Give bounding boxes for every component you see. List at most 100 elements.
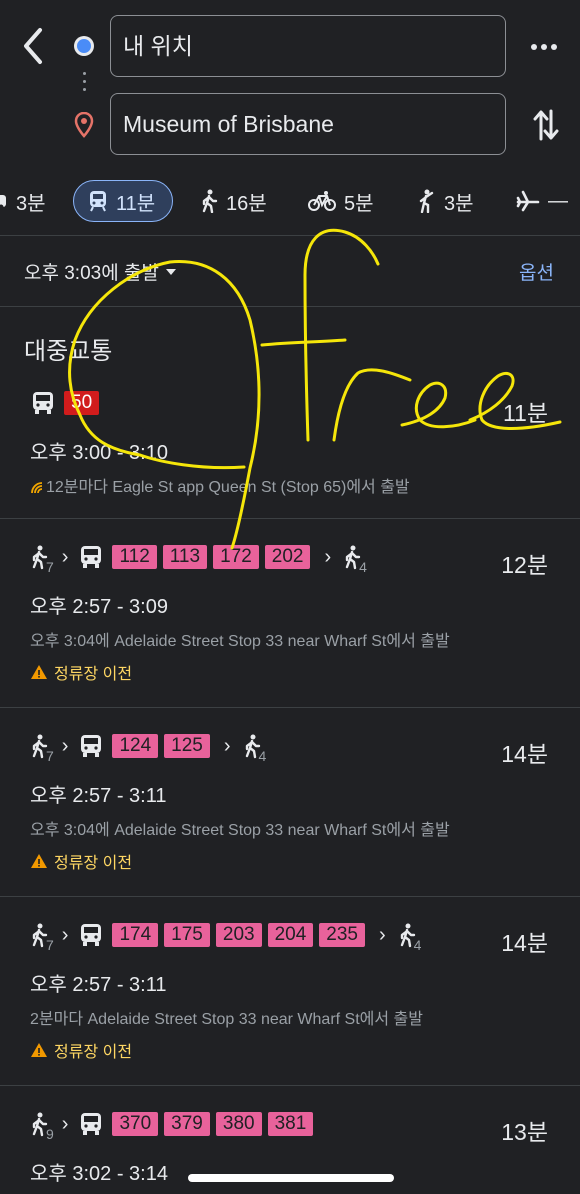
route-detail: 오후 3:04에 Adelaide Street Stop 33 near Wh… [30, 822, 450, 839]
chevron-right-icon: › [378, 923, 386, 946]
route-chip: 370 [112, 1112, 159, 1136]
bike-icon [308, 190, 336, 212]
dropdown-arrow-icon [165, 268, 177, 276]
route-duration: 11분 [502, 400, 548, 426]
walk-minutes: 7 [46, 559, 54, 575]
ride-hail-icon [414, 189, 436, 213]
route-legs: 7 › 112 113 172 202 › 4 [30, 544, 367, 575]
mode-cycling-label: 5분 [344, 192, 374, 215]
mode-cycling[interactable]: 5분 [308, 180, 374, 222]
mode-ride-hail[interactable]: 3분 [414, 180, 474, 222]
bus-icon [80, 545, 102, 569]
route-warning-text: 정류장 이전 [54, 666, 133, 683]
divider [0, 1085, 580, 1086]
car-icon [0, 190, 8, 212]
route-detail-text: 12분마다 Eagle St app Queen St (Stop 65)에서 … [46, 479, 410, 496]
walk-minutes: 7 [46, 748, 54, 764]
walk-minutes: 4 [413, 937, 422, 953]
mode-driving[interactable]: 3분 [0, 180, 46, 222]
mode-flight-label: — [548, 189, 568, 212]
route-warning-text: 정류장 이전 [54, 855, 133, 872]
route-warning-text: 정류장 이전 [54, 1044, 133, 1061]
warning-icon [30, 1042, 48, 1058]
route-duration: 14분 [501, 930, 548, 956]
route-chip: 204 [267, 923, 314, 947]
back-arrow-icon[interactable] [18, 26, 50, 66]
divider [0, 707, 580, 708]
route-times: 오후 2:57 - 3:11 [30, 974, 167, 996]
chevron-right-icon: › [223, 734, 231, 757]
swap-directions-icon[interactable] [532, 107, 560, 143]
route-legs: 50 [32, 391, 105, 415]
route-option[interactable]: 50 11분 오후 3:00 - 3:10 12분마다 Eagle St app… [0, 388, 580, 518]
mode-flight[interactable]: — [516, 180, 568, 222]
depart-time-label: 오후 3:03에 출발 [24, 263, 159, 284]
route-detail: 2분마다 Adelaide Street Stop 33 near Wharf … [30, 1011, 423, 1028]
route-duration: 14분 [501, 741, 548, 767]
realtime-icon [30, 481, 44, 495]
route-warning: 정류장 이전 [30, 1038, 132, 1062]
origin-dot-icon [77, 39, 91, 53]
route-option[interactable]: 7 › 174 175 203 204 235 › 4 14분 오후 2:57 … [0, 918, 580, 1084]
route-chip: 113 [162, 545, 208, 569]
section-title: 대중교통 [24, 338, 113, 365]
bus-icon [80, 1112, 102, 1136]
route-option[interactable]: 7 › 112 113 172 202 › 4 12분 오후 2:57 - 3:… [0, 540, 580, 706]
walk-minutes: 7 [46, 937, 54, 953]
options-link[interactable]: 옵션 [519, 258, 554, 285]
walk-minutes: 4 [258, 748, 267, 764]
route-warning: 정류장 이전 [30, 849, 132, 873]
route-chip: 174 [112, 923, 159, 947]
flight-icon [516, 190, 540, 212]
chevron-right-icon: › [61, 734, 69, 757]
origin-input[interactable]: 내 위치 [110, 15, 506, 77]
route-chip: 50 [64, 391, 100, 415]
chevron-right-icon: › [61, 923, 69, 946]
route-times: 오후 3:02 - 3:14 [30, 1163, 168, 1185]
travel-mode-bar: 3분 11분 16분 5분 3분 — [0, 180, 580, 226]
route-chip: 172 [213, 545, 259, 569]
route-times: 오후 2:57 - 3:11 [30, 785, 167, 807]
route-times: 오후 3:00 - 3:10 [30, 442, 168, 464]
route-duration: 13분 [501, 1119, 548, 1145]
route-chip: 379 [164, 1112, 210, 1136]
route-chip: 380 [215, 1112, 262, 1136]
warning-icon [30, 853, 48, 869]
chevron-right-icon: › [324, 545, 332, 568]
route-warning: 정류장 이전 [30, 660, 132, 684]
walk-minutes: 9 [46, 1126, 54, 1142]
divider [0, 235, 580, 236]
walk-minutes: 4 [359, 559, 367, 575]
destination-pin-icon [74, 112, 94, 138]
destination-input[interactable]: Museum of Brisbane [110, 93, 506, 155]
mode-walking[interactable]: 16분 [200, 180, 267, 222]
depart-time-selector[interactable]: 오후 3:03에 출발 [24, 258, 177, 285]
route-legs: 7 › 174 175 203 204 235 › 4 [30, 922, 421, 953]
transit-icon [88, 190, 108, 212]
bus-icon [80, 923, 102, 947]
route-chip: 124 [112, 734, 159, 758]
route-chip: 235 [319, 923, 365, 947]
route-legs: 9 › 370 379 380 381 [30, 1111, 319, 1142]
bus-icon [80, 734, 102, 758]
mode-walking-label: 16분 [226, 192, 267, 215]
home-indicator [188, 1174, 394, 1182]
route-chip: 125 [164, 734, 210, 758]
route-chip: 381 [267, 1112, 314, 1136]
bus-icon [32, 391, 54, 415]
route-detail: 오후 3:04에 Adelaide Street Stop 33 near Wh… [30, 633, 450, 650]
mode-transit[interactable]: 11분 [73, 180, 173, 222]
route-option[interactable]: 7 › 124 125 › 4 14분 오후 2:57 - 3:11 오후 3:… [0, 729, 580, 895]
more-options-icon[interactable] [530, 37, 558, 57]
route-times: 오후 2:57 - 3:09 [30, 596, 168, 618]
route-chip: 112 [112, 545, 157, 569]
route-chip: 203 [215, 923, 262, 947]
route-duration: 12분 [501, 552, 548, 578]
chevron-right-icon: › [61, 1112, 69, 1135]
mode-driving-label: 3분 [16, 192, 46, 215]
warning-icon [30, 664, 48, 680]
route-legs: 7 › 124 125 › 4 [30, 733, 266, 764]
route-chip: 202 [264, 545, 311, 569]
route-dots-icon [83, 72, 86, 96]
divider [0, 306, 580, 307]
